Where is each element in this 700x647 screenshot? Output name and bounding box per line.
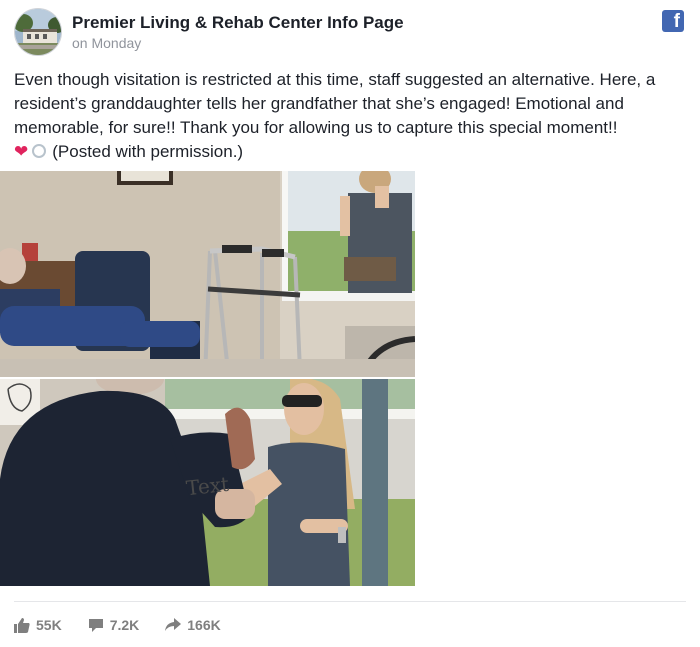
stats-divider — [14, 601, 686, 602]
post-text-main: Even though visitation is restricted at … — [14, 70, 656, 137]
page-avatar[interactable] — [14, 8, 62, 56]
post-photo-bottom[interactable]: Text — [0, 379, 415, 586]
post-timestamp[interactable]: on Monday — [72, 35, 141, 51]
share-count: 166K — [187, 617, 221, 633]
post-photo-top[interactable] — [0, 171, 415, 377]
like-stat[interactable]: 55K — [14, 617, 62, 633]
thumbs-up-icon — [14, 617, 30, 633]
post-text-footer: ❤ (Posted with permission.) — [14, 140, 686, 164]
like-count: 55K — [36, 617, 62, 633]
red-heart-emoji-icon: ❤ — [14, 142, 29, 161]
comment-count: 7.2K — [109, 617, 140, 633]
post-header: Premier Living & Rehab Center Info Page … — [14, 8, 686, 58]
engagement-bar: 55K 7.2K 166K — [14, 614, 247, 636]
photo-overlay-text: Text — [184, 471, 231, 501]
permission-note: (Posted with permission.) — [52, 142, 244, 161]
ring-emoji-icon — [32, 144, 47, 158]
share-arrow-icon — [165, 618, 182, 631]
facebook-icon: f — [662, 10, 684, 32]
page-name-link[interactable]: Premier Living & Rehab Center Info Page — [72, 13, 404, 33]
post-body: Even though visitation is restricted at … — [14, 68, 686, 164]
comment-stat[interactable]: 7.2K — [88, 617, 140, 633]
comment-bubble-icon — [88, 618, 103, 632]
share-stat[interactable]: 166K — [165, 617, 221, 633]
